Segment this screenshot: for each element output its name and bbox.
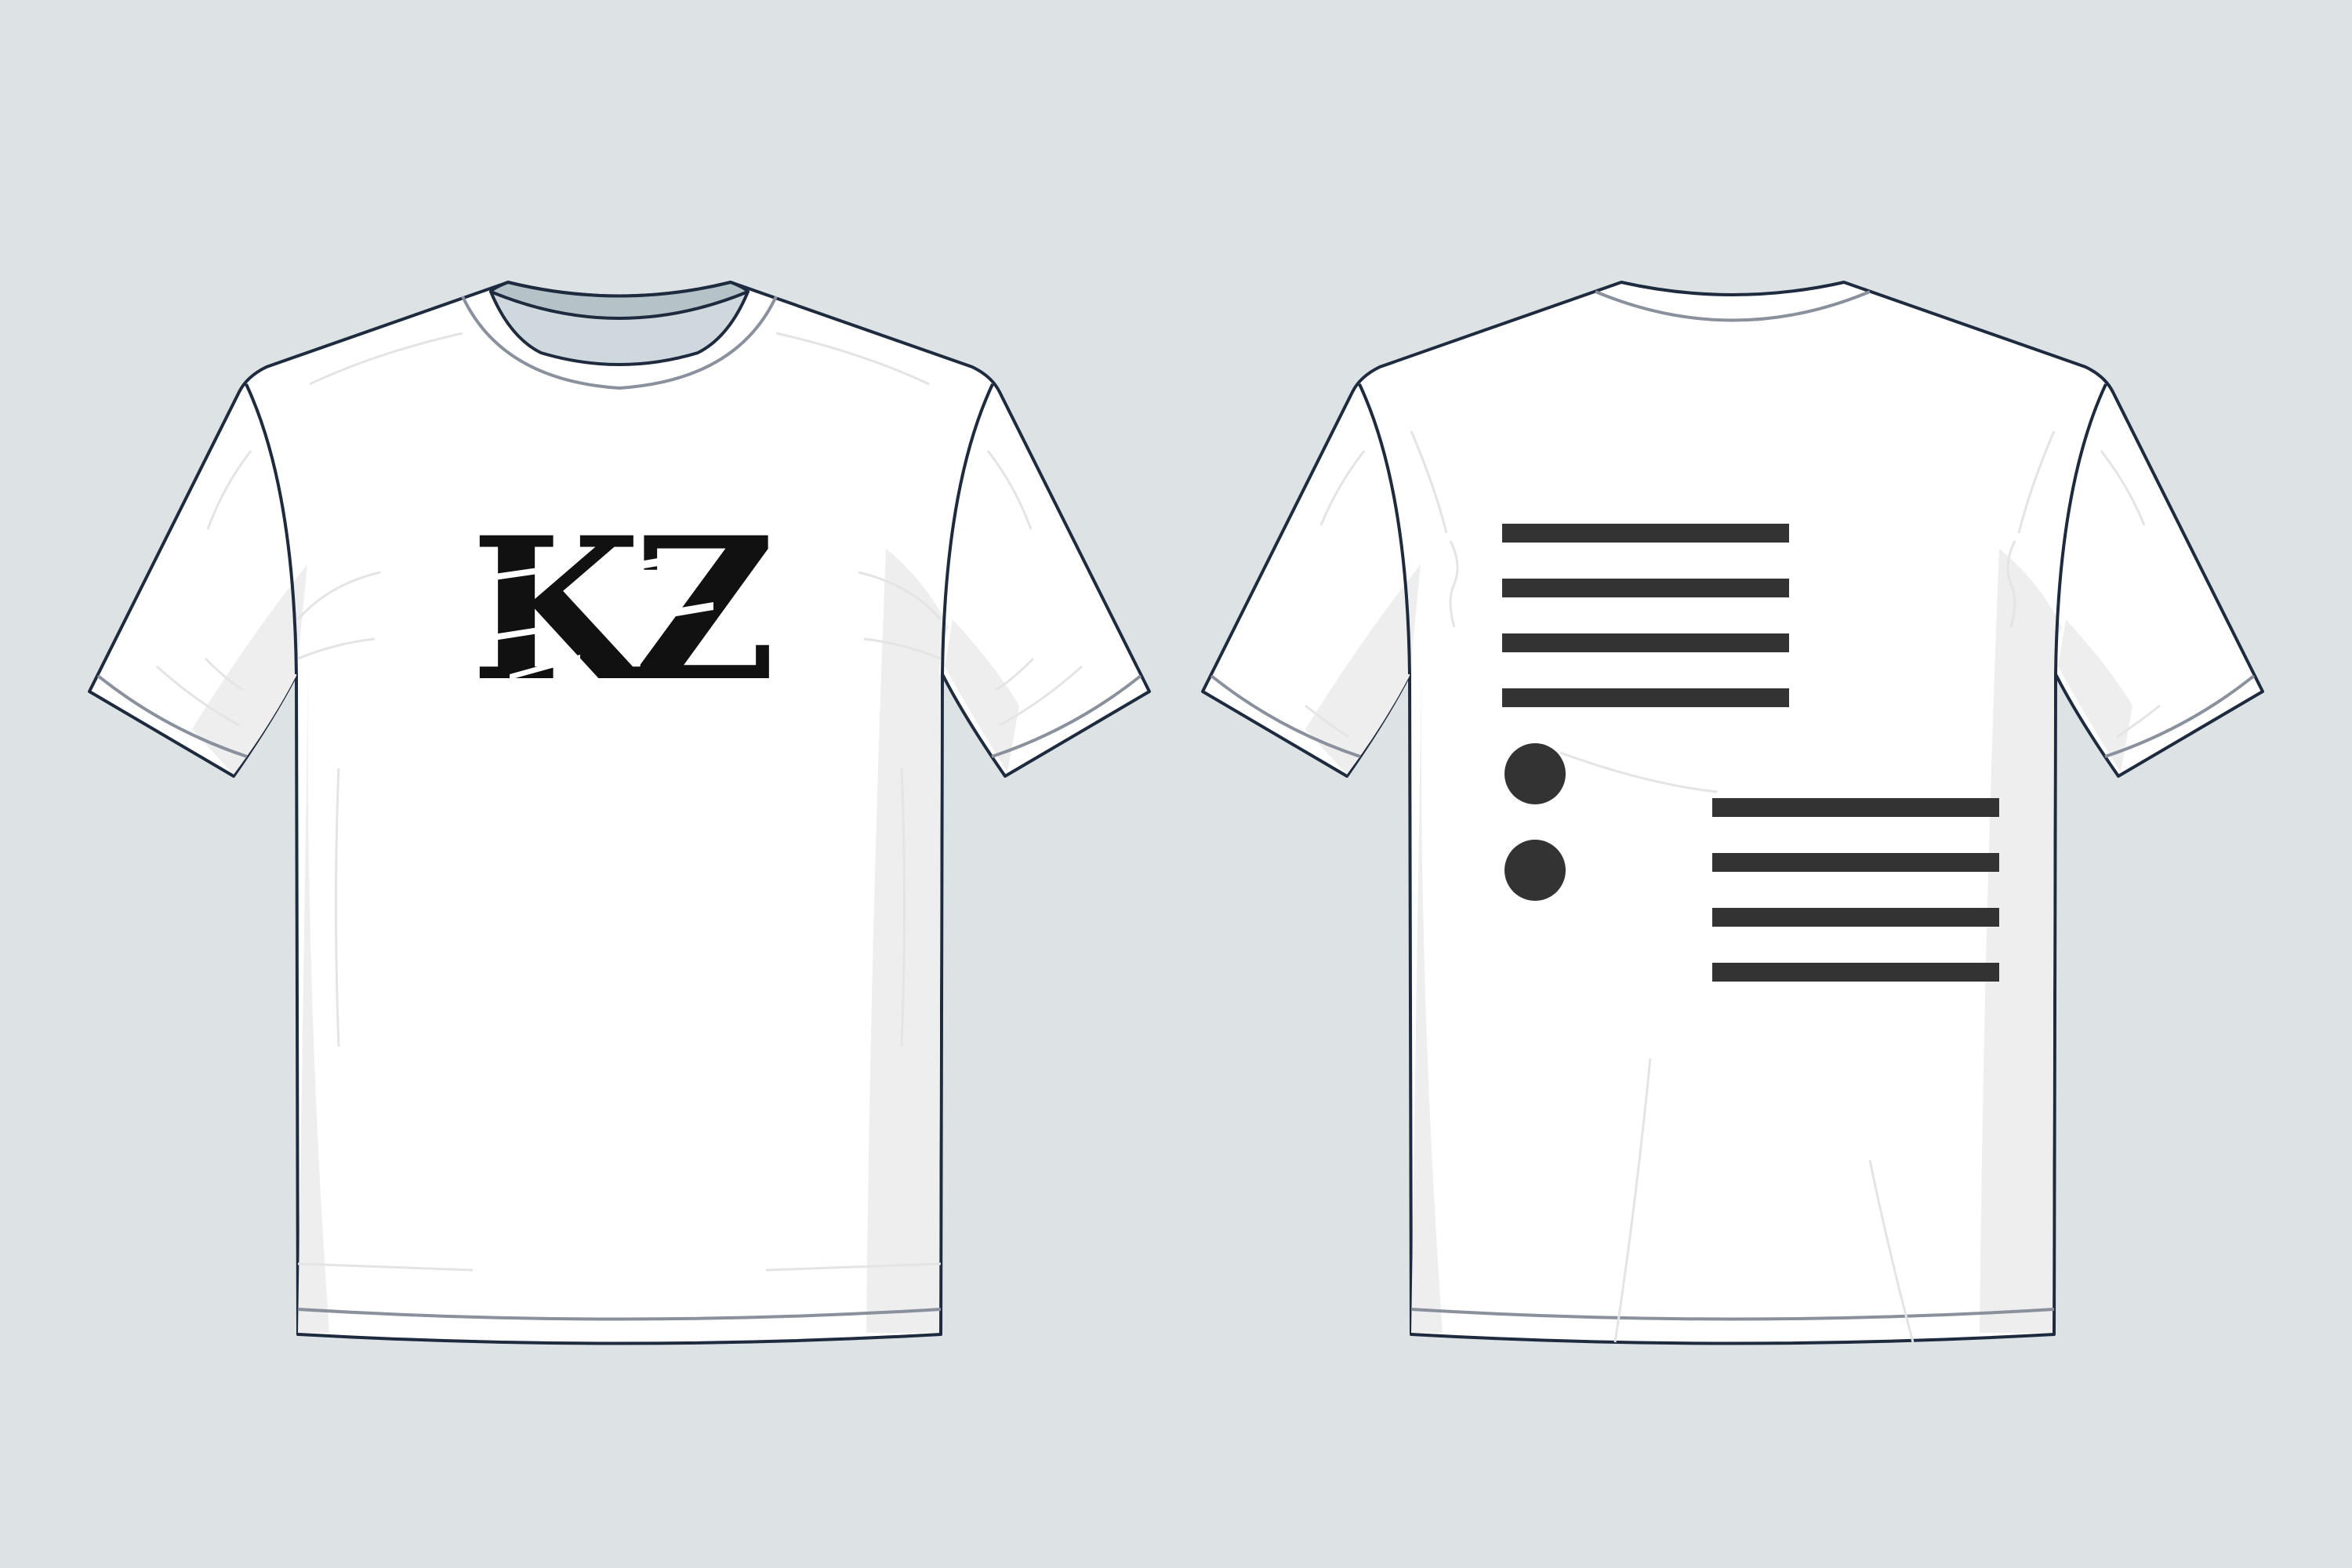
lower-bar-2: [1712, 853, 1999, 872]
kz-logo-text: KZ: [470, 494, 769, 724]
lower-bar-1: [1712, 798, 1999, 817]
bullet-dot-2: [1504, 840, 1566, 901]
upper-bar-4: [1502, 688, 1789, 707]
bullet-dot-1: [1504, 743, 1566, 804]
tshirt-mockup-stage: KZ: [0, 0, 2352, 1568]
lower-bar-4: [1712, 963, 1999, 982]
upper-bar-1: [1502, 524, 1789, 543]
kz-logo: KZ: [470, 494, 777, 724]
tshirt-mockup-canvas: KZ: [0, 0, 2352, 1568]
upper-bar-2: [1502, 579, 1789, 597]
lower-bar-3: [1712, 908, 1999, 927]
upper-bar-3: [1502, 633, 1789, 652]
